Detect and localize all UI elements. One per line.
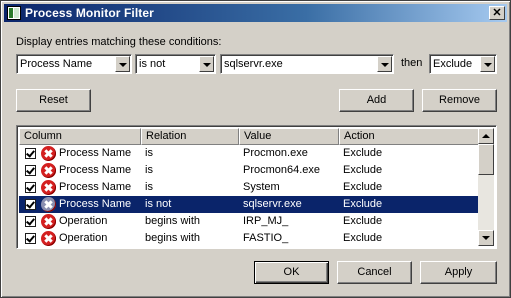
row-column: Process Name (59, 198, 132, 210)
chevron-down-icon[interactable] (480, 56, 495, 72)
column-header-relation[interactable]: Relation (141, 128, 239, 145)
list-item[interactable]: Operation begins with IRP_MJ_ Exclude (19, 213, 481, 230)
ok-button[interactable]: OK (254, 261, 329, 284)
checkbox-icon[interactable] (25, 199, 36, 210)
row-value: Procmon.exe (243, 147, 308, 159)
row-action: Exclude (343, 232, 383, 244)
exclude-x-icon (41, 231, 56, 246)
row-value: IRP_MJ_ (243, 215, 289, 227)
column-header-action[interactable]: Action (339, 128, 481, 145)
apply-button[interactable]: Apply (420, 261, 497, 284)
scroll-thumb[interactable] (478, 144, 494, 175)
row-column: Operation (59, 215, 108, 227)
action-select[interactable]: Exclude (429, 54, 497, 74)
title-bar[interactable]: Process Monitor Filter ✕ (4, 4, 507, 22)
row-relation: is (145, 181, 153, 193)
chevron-down-icon[interactable] (377, 56, 392, 72)
relation-select-value: is not (139, 58, 166, 70)
remove-button[interactable]: Remove (422, 89, 497, 112)
row-column: Process Name (59, 147, 132, 159)
row-action: Exclude (343, 181, 383, 193)
reset-button[interactable]: Reset (16, 89, 91, 112)
list-item[interactable]: Operation begins with FASTIO_ Exclude (19, 230, 481, 247)
list-header: Column Relation Value Action (19, 128, 481, 145)
cancel-button[interactable]: Cancel (337, 261, 412, 284)
value-combo-text: sqlservr.exe (224, 58, 283, 70)
close-icon: ✕ (492, 7, 502, 19)
action-select-value: Exclude (433, 58, 473, 70)
row-action: Exclude (343, 164, 383, 176)
row-relation: begins with (145, 232, 201, 244)
row-value: sqlservr.exe (243, 198, 302, 210)
row-column: Operation (59, 232, 108, 244)
exclude-x-icon (41, 146, 56, 161)
column-select-value: Process Name (20, 58, 93, 70)
exclude-x-icon (41, 163, 56, 178)
checkbox-icon[interactable] (25, 182, 36, 193)
then-label: then (401, 57, 423, 69)
checkbox-icon[interactable] (25, 233, 36, 244)
scroll-up-icon[interactable] (478, 128, 494, 144)
chevron-down-icon[interactable] (199, 56, 214, 72)
row-column: Process Name (59, 181, 132, 193)
value-combo[interactable]: sqlservr.exe (220, 54, 394, 74)
column-header-value[interactable]: Value (239, 128, 339, 145)
filter-prompt: Display entries matching these condition… (16, 36, 222, 48)
row-action: Exclude (343, 215, 383, 227)
list-rows: Process Name is Procmon.exe Exclude Proc… (19, 145, 481, 247)
row-relation: begins with (145, 215, 201, 227)
exclude-x-icon (41, 197, 56, 212)
row-relation: is (145, 164, 153, 176)
app-window-icon (7, 6, 21, 20)
row-value: Procmon64.exe (243, 164, 321, 176)
list-item[interactable]: Process Name is System Exclude (19, 179, 481, 196)
filter-dialog: Process Monitor Filter ✕ Display entries… (0, 0, 511, 298)
chevron-down-icon[interactable] (115, 56, 130, 72)
close-button[interactable]: ✕ (489, 6, 505, 20)
window-title: Process Monitor Filter (25, 6, 154, 20)
row-action: Exclude (343, 198, 383, 210)
filter-list[interactable]: Column Relation Value Action Process Nam… (16, 125, 497, 249)
exclude-x-icon (41, 180, 56, 195)
column-header-column[interactable]: Column (19, 128, 141, 145)
vertical-scrollbar[interactable] (478, 128, 494, 246)
row-value: System (243, 181, 280, 193)
checkbox-icon[interactable] (25, 148, 36, 159)
column-select[interactable]: Process Name (16, 54, 132, 74)
relation-select[interactable]: is not (135, 54, 216, 74)
list-item[interactable]: Process Name is Procmon.exe Exclude (19, 145, 481, 162)
list-item[interactable]: Process Name is Procmon64.exe Exclude (19, 162, 481, 179)
scroll-down-icon[interactable] (478, 230, 494, 246)
row-relation: is not (145, 198, 172, 210)
checkbox-icon[interactable] (25, 216, 36, 227)
row-column: Process Name (59, 164, 132, 176)
checkbox-icon[interactable] (25, 165, 36, 176)
row-action: Exclude (343, 147, 383, 159)
list-item-selected[interactable]: Process Name is not sqlservr.exe Exclude (19, 196, 481, 213)
row-value: FASTIO_ (243, 232, 289, 244)
add-button[interactable]: Add (339, 89, 414, 112)
row-relation: is (145, 147, 153, 159)
exclude-x-icon (41, 214, 56, 229)
